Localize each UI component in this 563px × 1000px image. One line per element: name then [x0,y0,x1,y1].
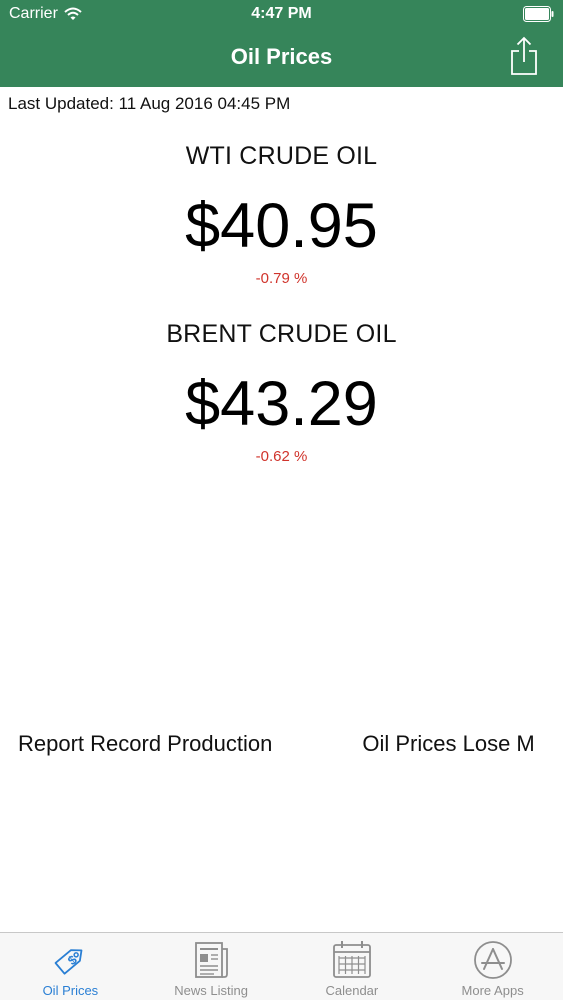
tab-label: News Listing [174,983,248,998]
tab-bar: $ Oil Prices News Listing Calendar More … [0,932,563,1000]
last-updated-label: Last Updated: 11 Aug 2016 04:45 PM [8,94,291,113]
oil-price: $40.95 [185,191,378,261]
tab-label: Calendar [325,983,379,998]
tab-label: Oil Prices [42,983,99,998]
brent-price-card: BRENT CRUDE OIL $43.29 -0.62 % [0,320,563,465]
oil-price: $43.29 [185,369,378,439]
status-time: 4:47 PM [251,5,312,22]
oil-name: WTI CRUDE OIL [185,142,378,170]
news-ticker[interactable]: Report Record Production Oil Prices Lose … [18,731,550,761]
tab-news-listing[interactable]: News Listing [141,933,282,1000]
tab-calendar[interactable]: Calendar [282,933,423,1000]
oil-change: -0.79 % [255,270,308,287]
tab-more-apps[interactable]: More Apps [422,933,563,1000]
newspaper-icon [195,942,229,978]
status-bar: Carrier 4:47 PM [0,0,563,30]
tab-oil-prices[interactable]: $ Oil Prices [0,933,141,1000]
oil-name: BRENT CRUDE OIL [166,320,397,348]
header: Carrier 4:47 PM Oil Prices [0,0,563,87]
app-store-icon [473,941,512,979]
calendar-icon [332,941,371,978]
news-ticker-item[interactable]: Oil Prices Lose M [362,731,534,757]
oil-change: -0.62 % [255,448,308,465]
wti-price-card: WTI CRUDE OIL $40.95 -0.79 % [0,142,563,287]
battery-icon [523,6,554,22]
news-ticker-item[interactable]: Report Record Production [18,731,272,757]
share-button[interactable] [509,36,539,76]
tab-label: More Apps [461,983,524,998]
page-title: Oil Prices [230,44,333,69]
price-tag-icon: $ [55,949,83,975]
oil-prices-screen: Carrier 4:47 PM Oil Prices Last Updated:… [0,0,563,1000]
share-icon [511,36,537,75]
